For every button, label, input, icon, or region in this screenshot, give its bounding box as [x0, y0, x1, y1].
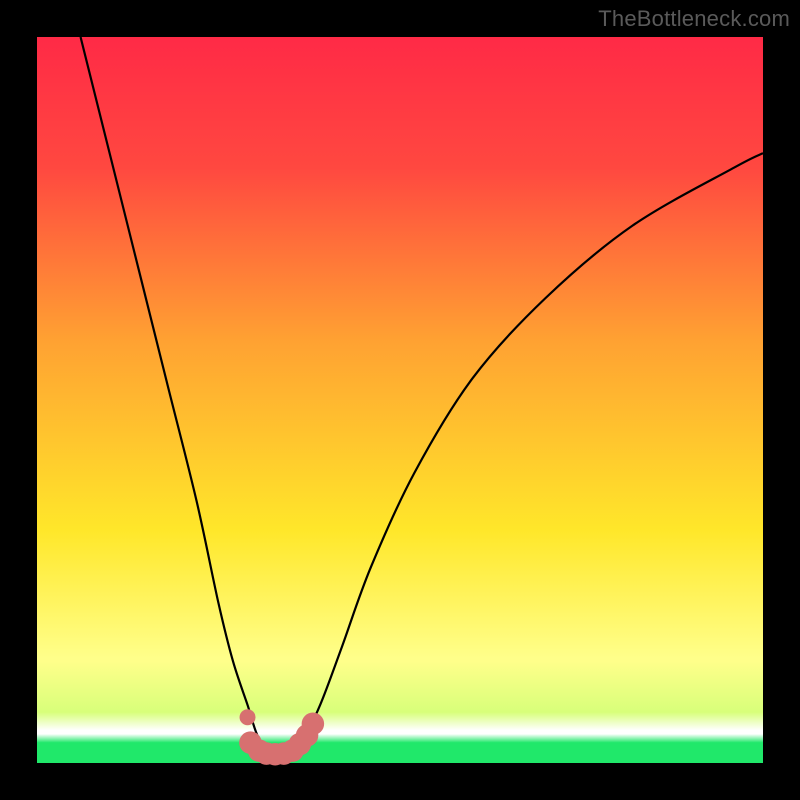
highlight-dot [302, 713, 325, 736]
plot-area [37, 37, 763, 763]
chart-frame: TheBottleneck.com [0, 0, 800, 800]
watermark-text: TheBottleneck.com [598, 6, 790, 32]
highlight-dot-outlier [240, 709, 256, 725]
curve-layer [37, 37, 763, 763]
bottleneck-curve [81, 37, 763, 755]
